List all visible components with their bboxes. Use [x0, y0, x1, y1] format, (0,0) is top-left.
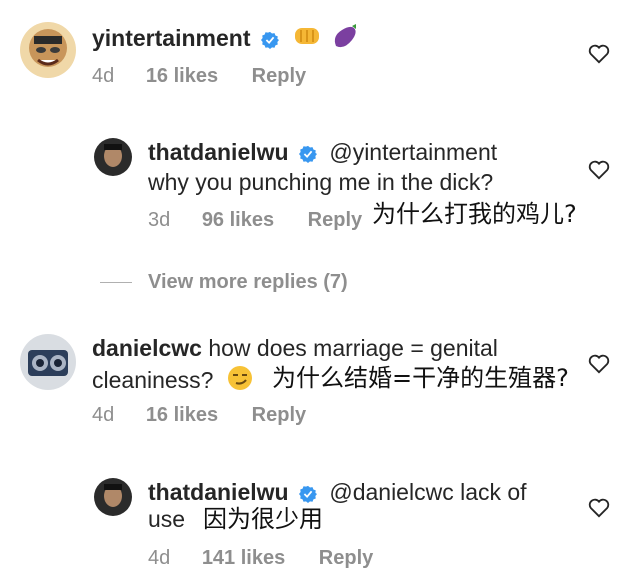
comment-text-line-1: danielcwc how does marriage = genital: [92, 334, 498, 362]
comment-meta: 4d 16 likes Reply: [92, 64, 306, 88]
comment-body: lack of: [460, 479, 527, 505]
comment-text-line-2: why you punching me in the dick?: [148, 169, 494, 195]
username[interactable]: thatdanielwu: [148, 479, 289, 505]
mention-link[interactable]: @danielcwc: [329, 479, 453, 505]
comment-age: 4d: [92, 65, 115, 87]
comment-text-line-2: cleaniness?: [92, 364, 254, 394]
likes-count[interactable]: 16 likes: [146, 404, 218, 426]
avatar[interactable]: [20, 22, 76, 78]
verified-badge-icon: [298, 485, 317, 503]
avatar[interactable]: [20, 334, 76, 390]
comment-age: 3d: [148, 209, 171, 231]
comment-text: yintertainment: [92, 22, 360, 52]
comment-text-line-1: thatdanielwu @danielcwc lack of: [148, 478, 527, 506]
smirk-emoji: [227, 366, 252, 390]
view-more-label: View more replies (7): [148, 271, 348, 293]
chinese-translation: 为什么打我的鸡儿?: [372, 200, 577, 228]
likes-count[interactable]: 16 likes: [146, 65, 218, 87]
avatar[interactable]: [94, 478, 132, 516]
comment-body: how does marriage = genital: [208, 335, 498, 361]
likes-count[interactable]: 96 likes: [202, 209, 274, 231]
comment-body-continued: cleaniness?: [92, 367, 214, 393]
comment-meta: 4d 16 likes Reply: [92, 403, 306, 427]
comment-text-line-2: use: [148, 505, 185, 533]
comment-body-continued: use: [148, 506, 186, 532]
chinese-translation: 因为很少用: [203, 505, 323, 533]
mention-link[interactable]: @yintertainment: [329, 139, 497, 165]
likes-count[interactable]: 141 likes: [202, 547, 285, 569]
username[interactable]: thatdanielwu: [148, 139, 289, 165]
verified-badge-icon: [298, 145, 317, 163]
view-more-replies[interactable]: View more replies (7): [100, 271, 348, 294]
like-heart-icon[interactable]: [588, 160, 610, 180]
verified-badge-icon: [260, 31, 279, 49]
comment-age: 4d: [148, 547, 171, 569]
comment-meta: 3d 96 likes Reply: [148, 208, 362, 232]
reply-button[interactable]: Reply: [308, 209, 362, 231]
comment-age: 4d: [92, 404, 115, 426]
like-heart-icon[interactable]: [588, 44, 610, 64]
comment-text-line-1: thatdanielwu @yintertainment: [148, 138, 497, 166]
comment-meta: 4d 141 likes Reply: [148, 546, 373, 570]
username[interactable]: yintertainment: [92, 25, 250, 51]
reply-button[interactable]: Reply: [319, 547, 373, 569]
avatar[interactable]: [94, 138, 132, 176]
like-heart-icon[interactable]: [588, 498, 610, 518]
reply-button[interactable]: Reply: [252, 65, 306, 87]
reply-button[interactable]: Reply: [252, 404, 306, 426]
divider-line: [100, 282, 132, 284]
eggplant-emoji: [334, 24, 356, 48]
like-heart-icon[interactable]: [588, 354, 610, 374]
chinese-translation: 为什么结婚=干净的生殖器?: [272, 364, 569, 392]
username[interactable]: danielcwc: [92, 335, 202, 361]
fist-emoji: [295, 28, 320, 44]
